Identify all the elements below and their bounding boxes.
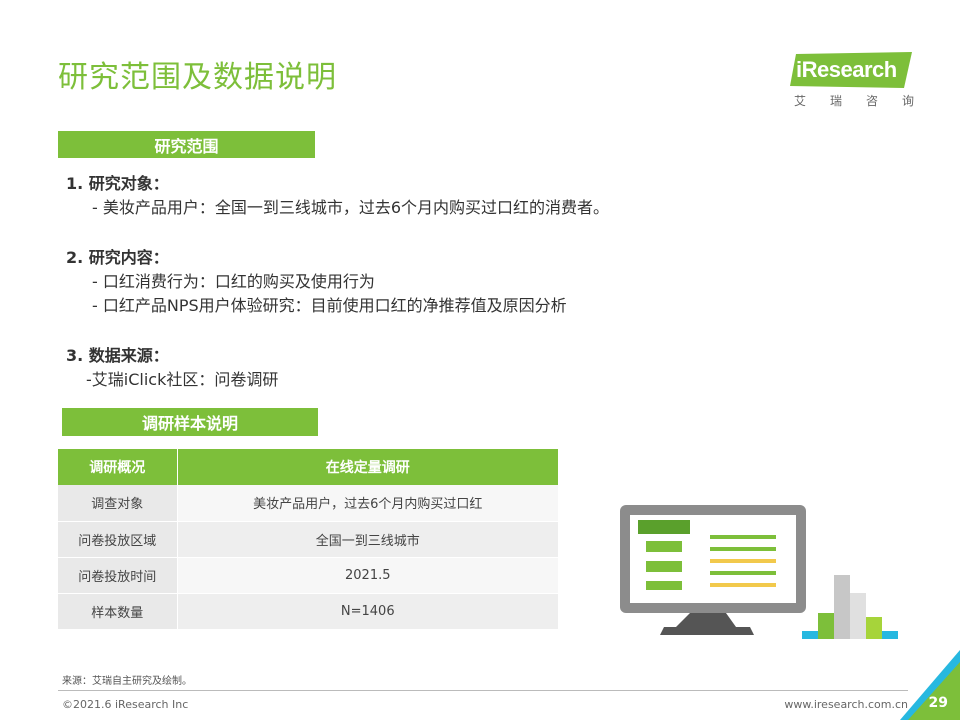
logo-subtitle: 艾 瑞 咨 询: [794, 94, 916, 108]
table-cell-label: 调查对象: [58, 485, 178, 522]
item-research-content-line-1: - 口红消费行为：口红的购买及使用行为: [92, 272, 375, 291]
item-research-object-line: - 美妆产品用户：全国一到三线城市，过去6个月内购买过口红的消费者。: [92, 198, 610, 217]
table-cell-label: 样本数量: [58, 593, 178, 630]
table-header-row: 调研概况 在线定量调研: [58, 449, 558, 485]
bar-chart-icon: [802, 631, 818, 639]
research-scope-bar: 研究范围: [58, 131, 315, 158]
table-cell-value: 2021.5: [177, 557, 558, 594]
table-cell-value: 美妆产品用户，过去6个月内购买过口红: [177, 485, 558, 522]
table-cell-label: 问卷投放时间: [58, 557, 178, 594]
item-research-content-line-2: - 口红产品NPS用户体验研究：目前使用口红的净推荐值及原因分析: [92, 296, 567, 315]
table-row: 问卷投放区域 全国一到三线城市: [58, 521, 558, 558]
source-note: 来源：艾瑞自主研究及绘制。: [62, 676, 192, 687]
table-cell-value: 全国一到三线城市: [177, 521, 558, 558]
table-row: 问卷投放时间 2021.5: [58, 557, 558, 594]
research-scope-content: 1. 研究对象： - 美妆产品用户：全国一到三线城市，过去6个月内购买过口红的消…: [66, 172, 766, 392]
footer-divider: [58, 690, 908, 691]
item-research-content-title: 2. 研究内容：: [66, 248, 169, 267]
monitor-stand-icon: [676, 613, 736, 627]
logo-text: iResearch: [796, 57, 897, 82]
page-title: 研究范围及数据说明: [58, 60, 337, 95]
item-research-object-title: 1. 研究对象：: [66, 174, 169, 193]
item-data-source-title: 3. 数据来源：: [66, 346, 169, 365]
iresearch-logo: iResearch 艾 瑞 咨 询: [790, 52, 915, 110]
table-row: 调查对象 美妆产品用户，过去6个月内购买过口红: [58, 485, 558, 522]
table-header-cell: 在线定量调研: [177, 449, 558, 485]
sample-description-bar: 调研样本说明: [62, 408, 318, 436]
monitor-chart-illustration: [620, 505, 898, 639]
table-header-cell: 调研概况: [58, 449, 178, 485]
table-cell-value: N=1406: [177, 593, 558, 630]
table-row: 样本数量 N=1406: [58, 593, 558, 630]
website-link[interactable]: www.iresearch.com.cn: [784, 698, 908, 711]
table-cell-label: 问卷投放区域: [58, 521, 178, 558]
copyright-text: ©2021.6 iResearch Inc: [62, 698, 189, 711]
sample-table: 调研概况 在线定量调研 调查对象 美妆产品用户，过去6个月内购买过口红 问卷投放…: [58, 449, 558, 630]
page-number: 29: [928, 695, 948, 711]
item-data-source-line: -艾瑞iClick社区：问卷调研: [86, 370, 279, 389]
